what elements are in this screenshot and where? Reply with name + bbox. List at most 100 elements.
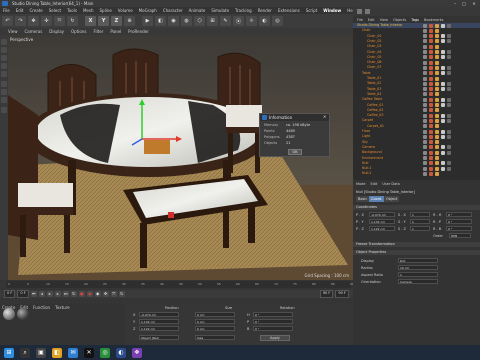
attr-rot-field[interactable]: 0 ° bbox=[446, 212, 472, 217]
sketch-icon[interactable]: ✎ bbox=[220, 16, 231, 26]
object-tag-icon[interactable] bbox=[429, 161, 433, 166]
object-row[interactable]: Table bbox=[353, 71, 480, 76]
object-tag-icon[interactable] bbox=[441, 103, 445, 107]
maximize-button[interactable]: □ bbox=[461, 1, 467, 6]
object-tag-icon[interactable] bbox=[429, 65, 433, 70]
object-tag-icon[interactable] bbox=[441, 97, 445, 102]
object-tag-icon[interactable] bbox=[429, 39, 433, 44]
prev-key-icon[interactable]: ◂ bbox=[38, 291, 45, 297]
object-tag-icon[interactable] bbox=[429, 134, 433, 139]
object-row[interactable]: Null.2 bbox=[353, 171, 480, 176]
object-tag-icon[interactable] bbox=[423, 39, 427, 44]
om-menu-view[interactable]: View bbox=[380, 18, 388, 22]
object-tag-icon[interactable] bbox=[423, 81, 427, 86]
object-tag-icon[interactable] bbox=[423, 124, 427, 129]
attr-pos-field[interactable]: 1.122 cm bbox=[369, 226, 395, 231]
object-tag-icon[interactable] bbox=[429, 23, 433, 28]
menu-extensions[interactable]: Extensions bbox=[278, 8, 300, 13]
object-tag-icon[interactable] bbox=[435, 60, 439, 65]
object-tag-icon[interactable] bbox=[441, 39, 445, 44]
menu-create[interactable]: Create bbox=[29, 8, 42, 13]
object-tag-icon[interactable] bbox=[447, 55, 451, 60]
object-tag-icon[interactable] bbox=[423, 60, 427, 65]
object-tag-icon[interactable] bbox=[447, 87, 451, 92]
polygons-mode-icon[interactable] bbox=[1, 63, 7, 69]
object-tag-icon[interactable] bbox=[429, 113, 433, 118]
object-tag-icon[interactable] bbox=[447, 71, 451, 76]
object-row[interactable]: Chair_05 bbox=[353, 55, 480, 60]
object-tag-icon[interactable] bbox=[429, 34, 433, 39]
object-tag-icon[interactable] bbox=[435, 129, 439, 134]
menu-script[interactable]: Script bbox=[306, 8, 318, 13]
viewport-menu-cameras[interactable]: Cameras bbox=[25, 29, 43, 34]
ok-button[interactable]: OK bbox=[288, 149, 302, 155]
object-tag-icon[interactable] bbox=[429, 145, 433, 150]
object-tag-icon[interactable] bbox=[429, 87, 433, 92]
object-tag-icon[interactable] bbox=[441, 50, 445, 54]
rotate-left-icon[interactable]: ⤧ bbox=[54, 16, 65, 26]
go-start-icon[interactable]: ⏮ bbox=[30, 291, 37, 297]
object-tag-icon[interactable] bbox=[441, 81, 445, 86]
light-icon[interactable]: ☼ bbox=[246, 16, 257, 26]
object-row[interactable]: Coffee_03 bbox=[353, 113, 480, 118]
object-tag-icon[interactable] bbox=[447, 97, 451, 102]
object-tag-icon[interactable] bbox=[423, 171, 427, 176]
polygon-icon[interactable]: ⬡ bbox=[194, 16, 205, 26]
object-tag-icon[interactable] bbox=[423, 28, 427, 33]
snap-icon[interactable] bbox=[1, 81, 7, 87]
material-menu-function[interactable]: Function bbox=[33, 305, 50, 310]
object-tag-icon[interactable] bbox=[441, 150, 445, 155]
lock-workplane-icon[interactable] bbox=[1, 97, 7, 103]
object-row[interactable]: Environment bbox=[353, 156, 480, 161]
object-tag-icon[interactable] bbox=[441, 65, 445, 70]
object-tag-icon[interactable] bbox=[429, 156, 433, 160]
object-tag-icon[interactable] bbox=[423, 108, 427, 113]
current-frame-field[interactable]: 0 F bbox=[17, 290, 29, 298]
object-tag-icon[interactable] bbox=[435, 81, 439, 86]
object-row[interactable]: Background bbox=[353, 150, 480, 155]
object-row[interactable]: Light bbox=[353, 134, 480, 139]
object-tag-icon[interactable] bbox=[447, 118, 451, 123]
object-tag-icon[interactable] bbox=[435, 140, 439, 145]
order-select[interactable]: HPB bbox=[449, 233, 471, 238]
material-swatch-marble[interactable] bbox=[3, 308, 15, 320]
menu-volume[interactable]: Volume bbox=[118, 8, 133, 13]
object-row[interactable]: Chair_01 bbox=[353, 34, 480, 39]
menu-window[interactable]: Window bbox=[323, 8, 341, 13]
object-row[interactable]: Table_04 bbox=[353, 92, 480, 97]
object-tag-icon[interactable] bbox=[429, 118, 433, 123]
object-tag-icon[interactable] bbox=[429, 150, 433, 155]
object-tag-icon[interactable] bbox=[429, 166, 433, 171]
points-mode-icon[interactable] bbox=[1, 47, 7, 53]
object-tag-icon[interactable] bbox=[423, 140, 427, 145]
rot-b-field[interactable]: 0 ° bbox=[253, 326, 293, 331]
object-tag-icon[interactable] bbox=[435, 150, 439, 155]
object-tag-icon[interactable] bbox=[447, 34, 451, 39]
coordinates-section[interactable]: Coordinates bbox=[353, 205, 480, 210]
size-y-field[interactable]: 0 cm bbox=[195, 319, 235, 324]
om-menu-edit[interactable]: Edit bbox=[368, 18, 375, 22]
object-tag-icon[interactable] bbox=[441, 145, 445, 150]
object-tag-icon[interactable] bbox=[423, 34, 427, 39]
object-tag-icon[interactable] bbox=[447, 23, 451, 28]
object-tag-icon[interactable] bbox=[435, 161, 439, 166]
camera-icon[interactable]: ◐ bbox=[259, 16, 270, 26]
object-row[interactable]: Table_02 bbox=[353, 81, 480, 86]
taskbar-start-icon[interactable]: ⊞ bbox=[4, 347, 14, 358]
property-field[interactable]: 10 cm bbox=[398, 265, 438, 270]
object-tag-icon[interactable] bbox=[429, 129, 433, 134]
end-frame-field[interactable]: 90 F bbox=[319, 290, 334, 298]
object-tag-icon[interactable] bbox=[435, 118, 439, 123]
object-tag-icon[interactable] bbox=[429, 140, 433, 145]
object-tag-icon[interactable] bbox=[435, 71, 439, 76]
object-tag-icon[interactable] bbox=[429, 81, 433, 86]
attr-rot-field[interactable]: 0 ° bbox=[446, 219, 472, 224]
close-window-button[interactable]: ✕ bbox=[471, 1, 477, 6]
coordinate-mode-select[interactable]: Object (Rel) bbox=[139, 335, 179, 340]
taskbar-search-icon[interactable]: ⌕ bbox=[20, 347, 30, 358]
object-tag-icon[interactable] bbox=[435, 44, 439, 49]
object-row[interactable]: Coffee Table bbox=[353, 97, 480, 102]
menu-spline[interactable]: Spline bbox=[99, 8, 111, 13]
object-tag-icon[interactable] bbox=[423, 129, 427, 134]
object-row[interactable]: Coffee_01 bbox=[353, 103, 480, 108]
